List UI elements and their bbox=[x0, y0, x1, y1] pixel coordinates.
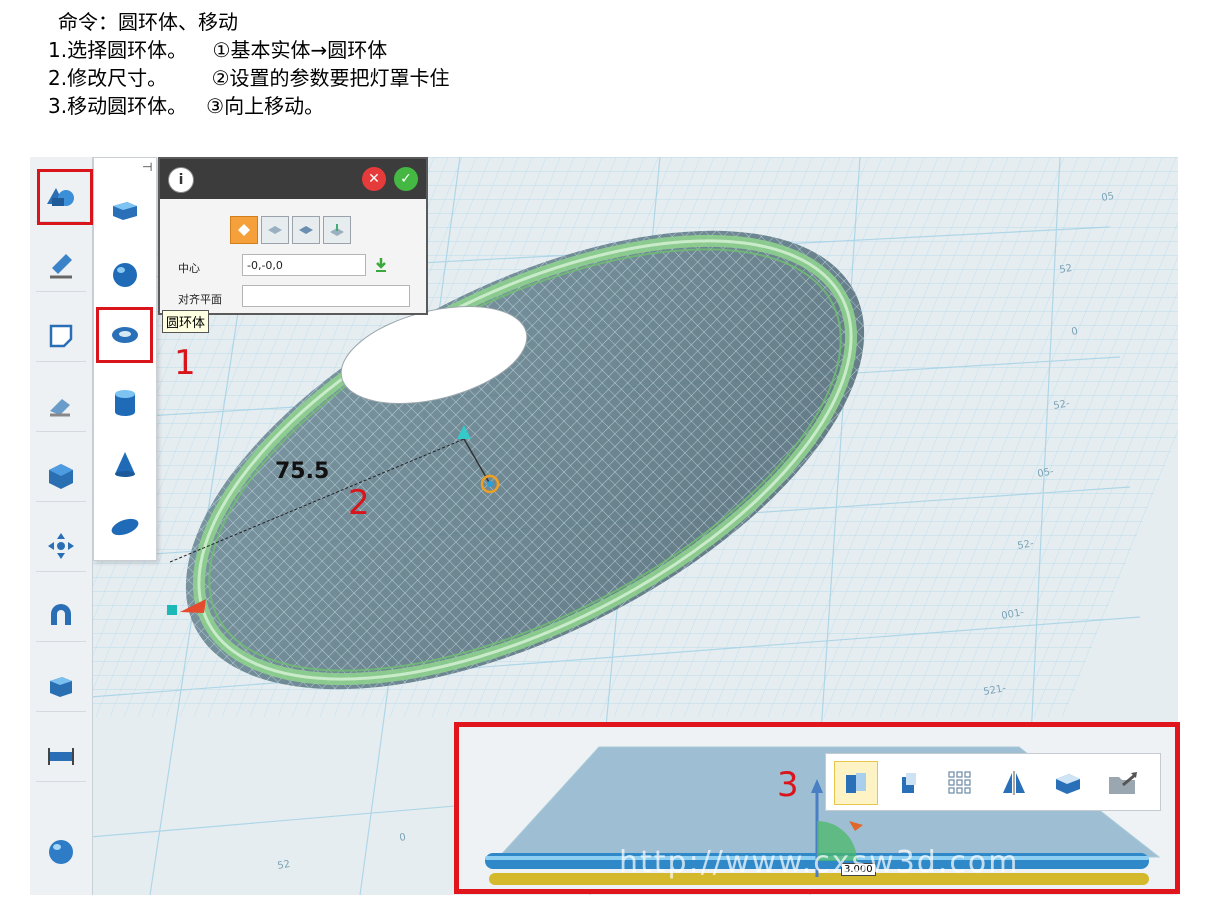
watermark-text: http://www.cxsw3d.com bbox=[619, 845, 1020, 880]
step-number-1: 1 bbox=[174, 343, 196, 383]
highlight-torus bbox=[96, 307, 153, 363]
sphere-render-icon[interactable] bbox=[36, 827, 86, 877]
instruction-row-2: 2.修改尺寸。 ②设置的参数要把灯罩卡住 bbox=[48, 64, 450, 92]
array-tool-icon[interactable] bbox=[938, 761, 982, 805]
move-arrows-icon[interactable] bbox=[36, 521, 86, 572]
sketch-pen-icon[interactable] bbox=[36, 241, 86, 292]
scale-tool-icon[interactable] bbox=[1046, 761, 1090, 805]
cancel-button[interactable]: ✕ bbox=[362, 167, 386, 191]
cone-icon[interactable] bbox=[100, 440, 150, 490]
confirm-button[interactable]: ✓ bbox=[394, 167, 418, 191]
left-toolbar bbox=[30, 157, 93, 895]
step-number-3: 3 bbox=[777, 765, 799, 805]
measure-ruler-icon[interactable] bbox=[36, 731, 86, 782]
cylinder-icon[interactable] bbox=[100, 378, 150, 428]
instructions: 命令：圆环体、移动 1.选择圆环体。 ①基本实体→圆环体 2.修改尺寸。 ②设置… bbox=[48, 8, 450, 120]
instruction-row-3: 3.移动圆环体。 ③向上移动。 bbox=[48, 92, 450, 120]
instruction-detail: ③向上移动。 bbox=[206, 94, 325, 118]
pick-point-icon[interactable] bbox=[374, 257, 388, 277]
info-icon[interactable]: i bbox=[168, 167, 194, 193]
center-label: 中心 bbox=[178, 262, 200, 275]
align-plane-label: 对齐平面 bbox=[178, 293, 222, 306]
dimension-value[interactable]: 75.5 bbox=[275, 459, 329, 484]
step-number-2: 2 bbox=[348, 483, 370, 523]
svg-text:52: 52 bbox=[1059, 263, 1073, 276]
instructions-title: 命令：圆环体、移动 bbox=[58, 10, 238, 34]
inset-move-view: 3 3.000 http://www.cxsw3d.com bbox=[454, 722, 1180, 894]
instruction-step: 2.修改尺寸。 bbox=[48, 66, 168, 90]
box-icon[interactable] bbox=[100, 186, 150, 236]
mode-offset-icon[interactable] bbox=[323, 216, 351, 244]
instruction-step: 3.移动圆环体。 bbox=[48, 94, 188, 118]
export-folder-icon[interactable] bbox=[1102, 761, 1146, 805]
move-tool-icon[interactable] bbox=[834, 761, 878, 805]
mode-point-icon[interactable] bbox=[230, 216, 258, 244]
eraser-edit-icon[interactable] bbox=[36, 381, 86, 432]
sketch-surface-icon[interactable] bbox=[36, 311, 86, 362]
sphere-icon[interactable] bbox=[100, 250, 150, 300]
pin-icon[interactable]: ⊣ bbox=[142, 160, 152, 174]
svg-text:52: 52 bbox=[277, 859, 291, 872]
ellipsoid-icon[interactable] bbox=[100, 502, 150, 552]
rotate-tool-icon[interactable] bbox=[886, 761, 930, 805]
highlight-basic-solids bbox=[37, 169, 93, 225]
mode-surface-icon[interactable] bbox=[261, 216, 289, 244]
combine-solids-icon[interactable] bbox=[36, 661, 86, 712]
instruction-detail: ①基本实体→圆环体 bbox=[212, 38, 388, 62]
torus-tooltip: 圆环体 bbox=[162, 310, 210, 333]
align-plane-input[interactable] bbox=[242, 285, 410, 307]
magnet-snap-icon[interactable] bbox=[36, 591, 86, 642]
cube-modify-icon[interactable] bbox=[36, 451, 86, 502]
torus-dialog: i ✕ ✓ 中心 -0,-0,0 对齐平面 bbox=[158, 157, 428, 315]
instruction-row-1: 1.选择圆环体。 ①基本实体→圆环体 bbox=[48, 36, 450, 64]
instruction-step: 1.选择圆环体。 bbox=[48, 38, 188, 62]
dialog-header: i ✕ ✓ bbox=[160, 159, 426, 199]
center-input[interactable]: -0,-0,0 bbox=[242, 254, 366, 276]
mirror-tool-icon[interactable] bbox=[992, 761, 1036, 805]
move-toolbar bbox=[825, 753, 1161, 811]
instruction-detail: ②设置的参数要把灯罩卡住 bbox=[211, 66, 450, 90]
svg-text:05: 05 bbox=[1101, 191, 1115, 204]
mode-align-icon[interactable] bbox=[292, 216, 320, 244]
